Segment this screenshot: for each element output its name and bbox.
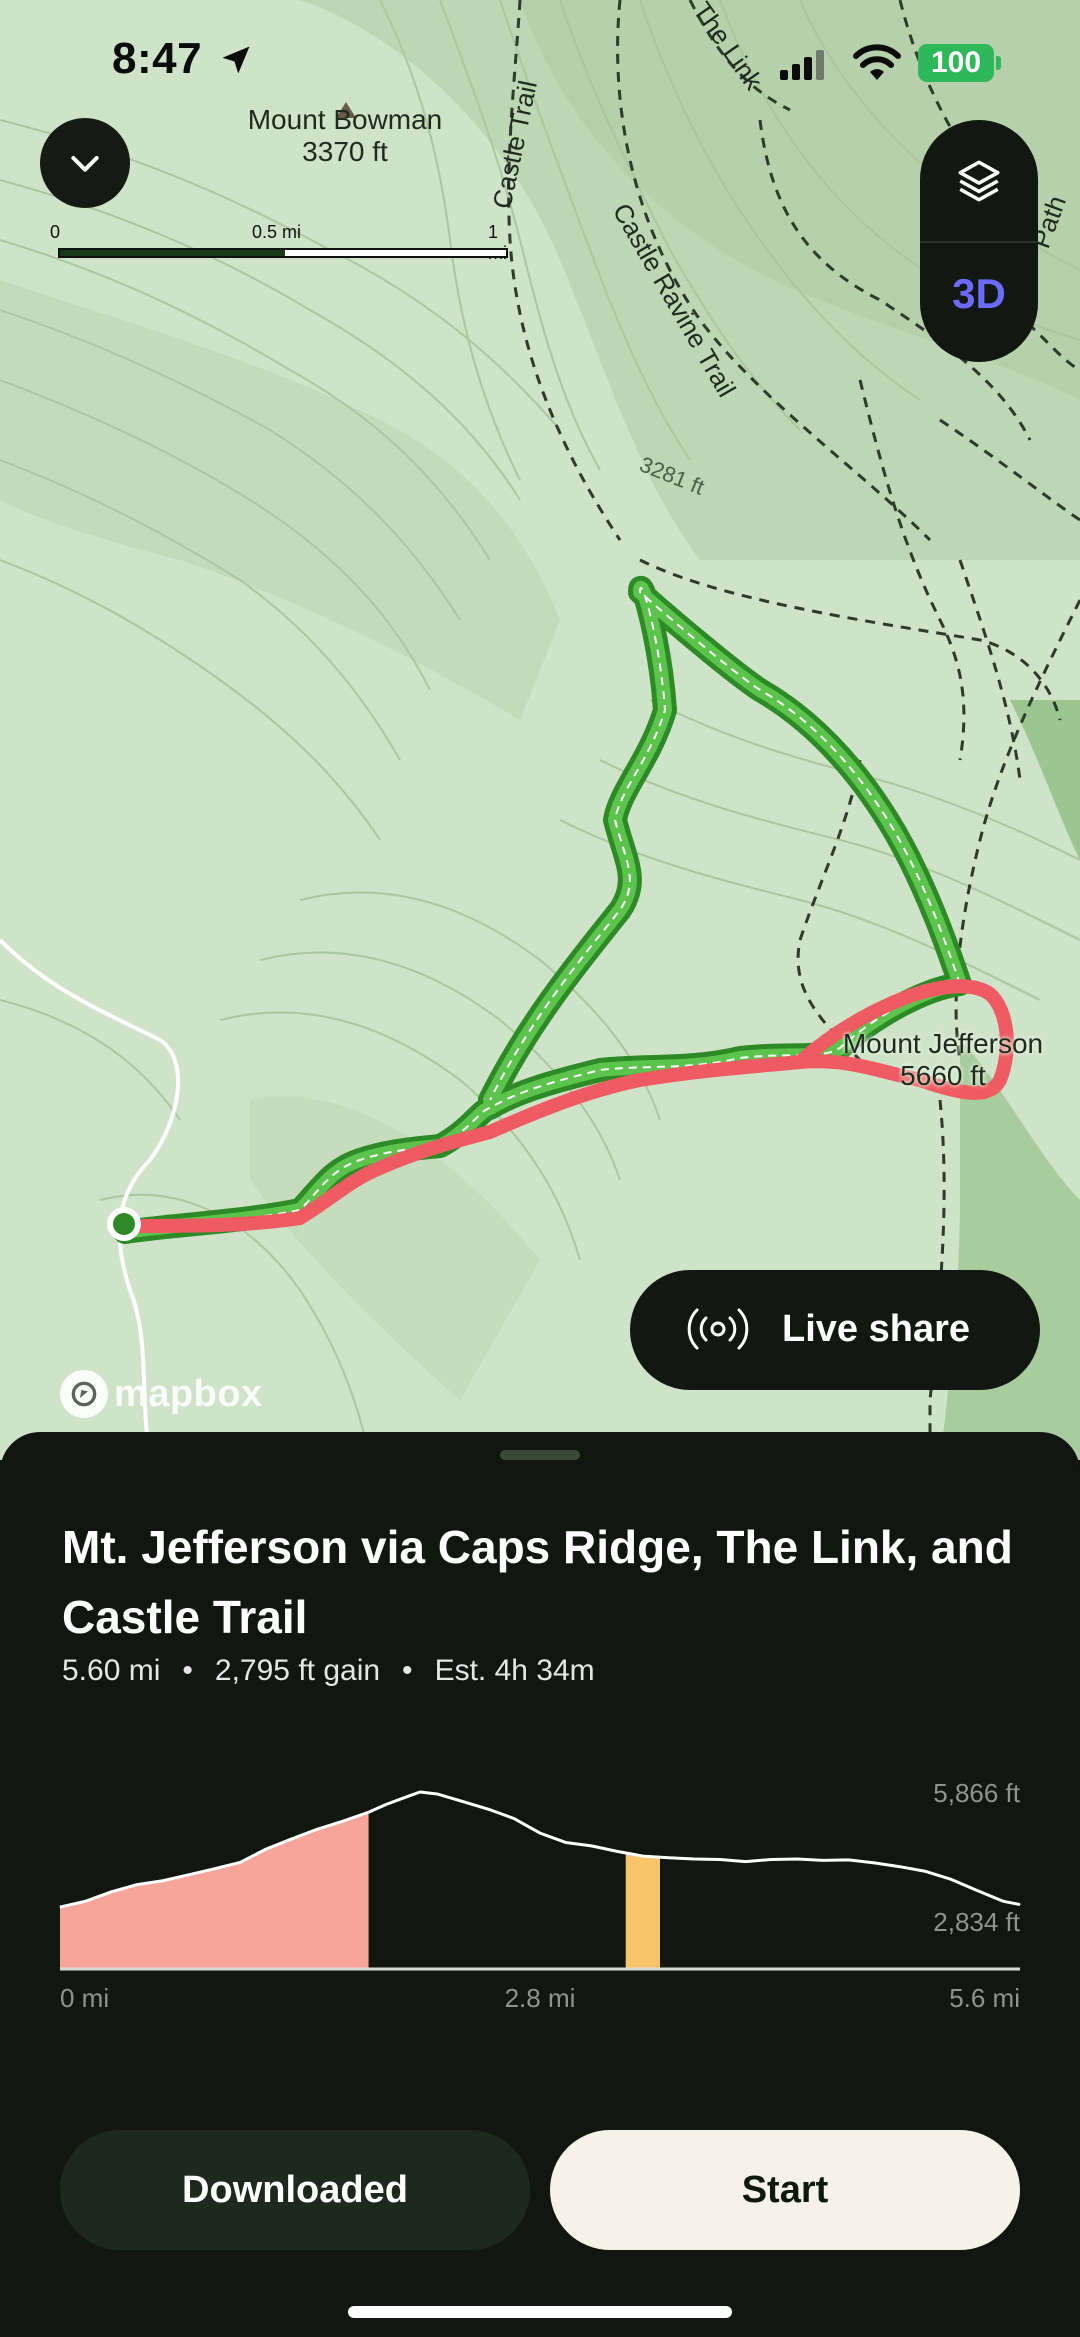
elevation-point — [239, 1861, 241, 1863]
elevation-point — [462, 1801, 464, 1803]
elevation-point — [188, 1874, 190, 1876]
elevation-point — [402, 1797, 404, 1799]
home-indicator[interactable] — [348, 2306, 732, 2318]
map-controls: 3D — [920, 120, 1038, 362]
live-share-label: Live share — [782, 1308, 970, 1350]
mapbox-attribution[interactable]: mapbox — [60, 1370, 263, 1418]
scale-bar-track — [58, 248, 508, 258]
location-arrow-icon — [222, 46, 250, 74]
elevation-point — [590, 1845, 592, 1847]
elevation-point — [162, 1880, 164, 1882]
mapbox-logo-icon — [60, 1370, 108, 1418]
x-tick-label: 2.8 mi — [505, 1983, 576, 2013]
elevation-point — [316, 1828, 318, 1830]
peak-label-mount-bowman[interactable]: Mount Bowman 3370 ft — [200, 104, 490, 168]
x-tick-label: 5.6 mi — [949, 1983, 1020, 2013]
elevation-point — [848, 1859, 850, 1861]
route-stats: 5.60 mi • 2,795 ft gain • Est. 4h 34m — [62, 1654, 595, 1688]
sheet-drag-handle[interactable] — [500, 1450, 580, 1460]
map-scale-bar: 0 0.5 mi 1 mi — [40, 218, 510, 263]
terrain-shade — [940, 1040, 1080, 1460]
elevation-point — [925, 1870, 927, 1872]
chevron-down-icon — [71, 156, 99, 172]
elevation-point — [265, 1848, 267, 1850]
elevation-point — [770, 1858, 772, 1860]
y-tick-label: 2,834 ft — [933, 1907, 1021, 1937]
trail-map[interactable]: Castle Trail Castle Ravine Trail The Lin… — [0, 0, 1080, 1460]
elevation-point — [368, 1811, 370, 1813]
elevation-point — [796, 1858, 798, 1860]
downloaded-button[interactable]: Downloaded — [60, 2130, 530, 2250]
elevation-point — [436, 1793, 438, 1795]
route-title: Mt. Jefferson via Caps Ridge, The Link, … — [62, 1521, 1013, 1643]
broadcast-icon — [687, 1308, 749, 1350]
elevation-highlight-0 — [60, 1812, 369, 1969]
separator-dot: • — [182, 1654, 193, 1687]
status-bar: 8:47 100 — [0, 0, 1080, 130]
elevation-point — [513, 1818, 515, 1820]
elevation-point — [873, 1862, 875, 1864]
elevation-point — [488, 1808, 490, 1810]
elevation-point — [976, 1890, 978, 1892]
elevation-point — [342, 1820, 344, 1822]
peak-name: Mount Jefferson — [842, 1028, 1044, 1059]
mapbox-wordmark: mapbox — [114, 1372, 263, 1415]
elevation-point — [745, 1861, 747, 1863]
elevation-point — [290, 1838, 292, 1840]
control-divider — [920, 241, 1038, 243]
elevation-point — [693, 1858, 695, 1860]
layers-icon[interactable] — [954, 156, 1004, 206]
elevation-point — [539, 1832, 541, 1834]
start-button[interactable]: Start — [550, 2130, 1020, 2250]
3d-toggle-button[interactable]: 3D — [920, 270, 1038, 318]
elevation-point — [213, 1868, 215, 1870]
elevation-highlight-1 — [625, 1852, 660, 1969]
route-distance: 5.60 mi — [62, 1654, 161, 1687]
elevation-point — [419, 1791, 421, 1793]
scale-bar-fill — [60, 250, 285, 256]
elevation-point — [1019, 1904, 1021, 1906]
elevation-point — [950, 1878, 952, 1880]
elevation-point — [1002, 1900, 1004, 1902]
peak-elevation: 5660 ft — [900, 1060, 986, 1091]
x-tick-label: 0 mi — [60, 1983, 109, 2013]
peak-label-mount-jefferson[interactable]: Mount Jefferson 5660 ft — [808, 1028, 1078, 1092]
scale-mid-label: 0.5 mi — [252, 222, 302, 242]
terrain-shade — [1010, 700, 1080, 860]
elevation-point — [59, 1906, 61, 1908]
battery-indicator: 100 — [918, 44, 994, 82]
elevation-profile-chart[interactable]: 5,866 ft 2,834 ft 0 mi 2.8 mi 5.6 mi — [0, 1732, 1080, 2112]
trailhead-marker-dot — [113, 1213, 135, 1235]
elevation-point — [136, 1884, 138, 1886]
scale-start-label: 0 — [50, 222, 61, 242]
status-time: 8:47 — [112, 34, 203, 83]
elevation-point — [899, 1866, 901, 1868]
live-share-button[interactable]: Live share — [630, 1270, 1040, 1390]
elevation-point — [822, 1859, 824, 1861]
elevation-point — [110, 1891, 112, 1893]
battery-tip — [996, 56, 1001, 70]
separator-dot: • — [402, 1654, 413, 1687]
y-tick-label: 5,866 ft — [933, 1778, 1021, 1808]
wifi-icon — [853, 44, 901, 80]
elevation-point — [642, 1855, 644, 1857]
elevation-point — [85, 1900, 87, 1902]
elevation-point — [668, 1857, 670, 1859]
peak-elevation: 3370 ft — [302, 136, 388, 167]
elevation-point — [385, 1804, 387, 1806]
elevation-point — [719, 1858, 721, 1860]
peak-name: Mount Bowman — [247, 104, 443, 135]
elevation-point — [565, 1841, 567, 1843]
cellular-signal-icon — [780, 50, 824, 80]
route-time-estimate: Est. 4h 34m — [434, 1654, 595, 1687]
route-elevation-gain: 2,795 ft gain — [214, 1654, 381, 1687]
elevation-point — [616, 1850, 618, 1852]
collapse-map-button[interactable] — [40, 118, 130, 208]
